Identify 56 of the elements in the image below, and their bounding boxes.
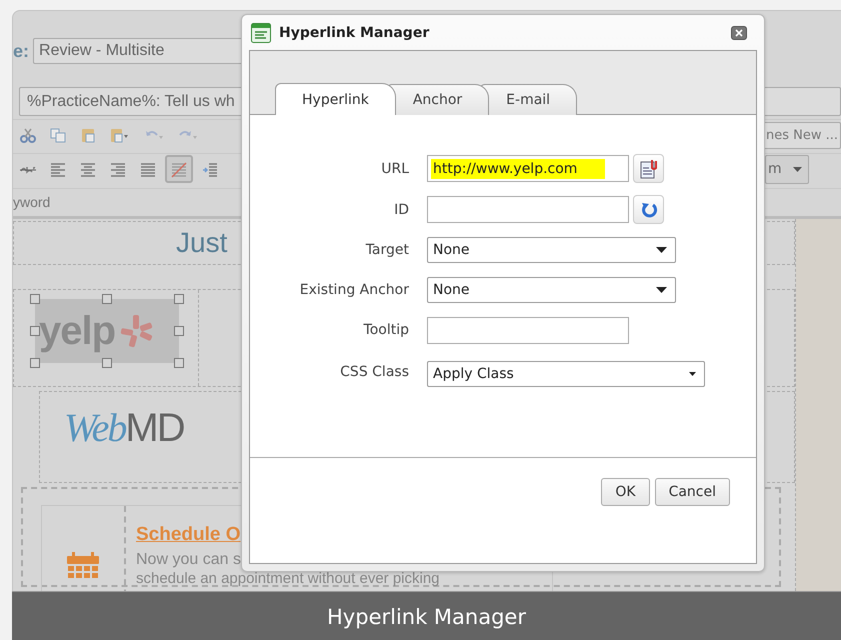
resize-handle[interactable] — [174, 294, 184, 304]
resize-handle[interactable] — [30, 326, 40, 336]
tab[interactable]: E-mail — [479, 84, 578, 115]
align-left-icon — [50, 160, 66, 178]
calendar-icon — [66, 552, 100, 578]
field-label: ID — [393, 202, 409, 218]
refresh-button[interactable] — [633, 195, 664, 224]
resize-handle[interactable] — [174, 326, 184, 336]
logo-text[interactable]: WebMD — [64, 406, 184, 450]
dropdown[interactable]: Apply Class — [427, 361, 705, 387]
body-text: schedule an appointment without ever picking — [136, 571, 440, 587]
window-icon — [251, 22, 271, 42]
scissors-icon — [20, 126, 36, 144]
caret-icon — [689, 372, 696, 376]
dialog-button[interactable]: OK — [601, 478, 650, 506]
justify-icon — [140, 160, 156, 178]
text-field[interactable] — [427, 196, 629, 223]
caption-bar: Hyperlink Manager — [12, 591, 841, 640]
burst-icon — [119, 314, 154, 348]
tab[interactable]: Hyperlink — [275, 83, 396, 115]
resize-handle[interactable] — [102, 358, 112, 368]
indent-icon — [202, 160, 218, 178]
document-button[interactable] — [633, 154, 664, 183]
close-icon — [735, 28, 743, 36]
dialog-button[interactable]: Cancel — [654, 478, 730, 506]
resize-handle[interactable] — [30, 358, 40, 368]
align-center-icon — [80, 160, 96, 178]
text-field[interactable] — [427, 316, 629, 344]
resize-handle[interactable] — [30, 294, 40, 304]
dropdown[interactable]: None — [427, 277, 676, 303]
align-right-icon — [110, 160, 126, 178]
caret-icon — [656, 287, 667, 293]
dialog-title: Hyperlink Manager — [279, 24, 430, 40]
copy-icon — [50, 126, 66, 144]
slash-icon — [171, 160, 187, 178]
resize-handle[interactable] — [174, 358, 184, 368]
dropdown[interactable]: None — [427, 237, 676, 263]
heading-text: Just — [176, 227, 228, 259]
refresh-icon — [640, 200, 658, 218]
clipboard-icon — [110, 126, 130, 144]
document-icon — [640, 158, 658, 178]
caret-icon — [656, 247, 667, 253]
field-label: Target — [364, 242, 409, 258]
toolbar-button[interactable] — [165, 155, 193, 183]
caret-icon — [793, 166, 802, 172]
field-label: CSS Class — [339, 364, 409, 380]
clipboard-icon — [80, 126, 96, 144]
field-label: URL — [380, 160, 409, 176]
close-button[interactable] — [731, 26, 747, 40]
field-label: Existing Anchor — [298, 282, 409, 298]
resize-handle[interactable] — [102, 294, 112, 304]
text-field[interactable]: http://www.yelp.com — [427, 155, 629, 182]
name-label: e: — [13, 40, 30, 62]
field-label: Tooltip — [362, 322, 409, 338]
body-text: Now you can s — [136, 551, 242, 569]
size-dropdown[interactable]: m — [765, 154, 809, 184]
